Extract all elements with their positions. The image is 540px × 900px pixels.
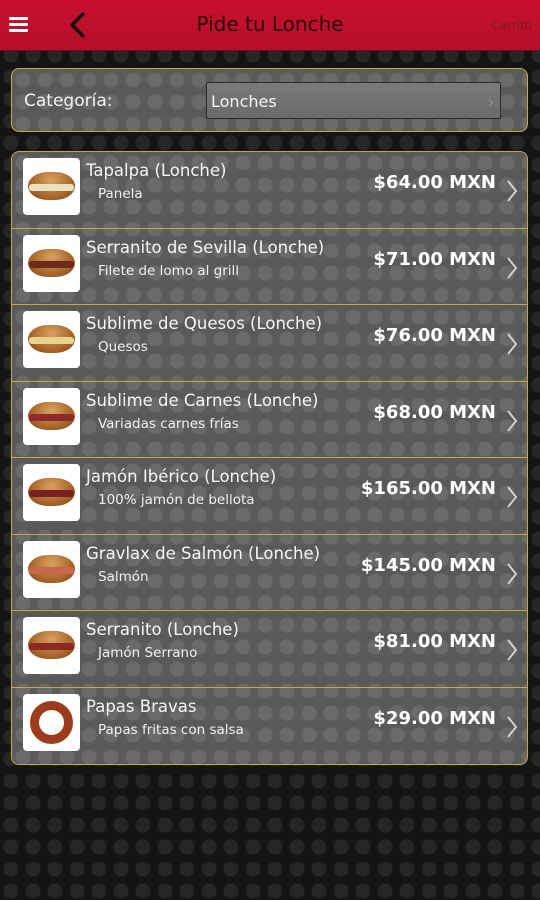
product-name: Serranito (Lonche) bbox=[86, 620, 239, 639]
chevron-right-icon bbox=[507, 256, 518, 279]
product-description: Filete de lomo al grill bbox=[98, 262, 240, 279]
chevron-right-icon bbox=[507, 333, 518, 355]
product-description: 100% jamón de bellota bbox=[98, 492, 255, 508]
chevron-right-icon bbox=[507, 486, 518, 508]
sandwich-lomo-image bbox=[23, 234, 80, 292]
sandwich-serrano-image bbox=[23, 617, 80, 674]
chevron-right-icon bbox=[507, 639, 518, 661]
sandwich-jamon-image bbox=[23, 464, 80, 521]
product-name: Sublime de Quesos (Lonche) bbox=[86, 314, 323, 333]
sandwich-carnes-image bbox=[23, 387, 80, 445]
product-row[interactable]: Sublime de Carnes (Lonche) Variadas carne… bbox=[12, 382, 527, 458]
product-description: Papas fritas con salsa bbox=[98, 721, 244, 738]
sandwich-quesos-image bbox=[23, 311, 80, 368]
category-select-value: Lonches bbox=[211, 92, 277, 111]
chevron-right-icon bbox=[507, 715, 518, 738]
top-bar: Pide tu Lonche Carrito bbox=[0, 0, 540, 51]
product-row[interactable]: Jamón Ibérico (Lonche) 100% jamón de bell… bbox=[12, 458, 527, 535]
product-description: Quesos bbox=[98, 339, 148, 355]
sandwich-panela-image bbox=[23, 158, 80, 215]
chevron-right-icon bbox=[507, 180, 518, 202]
product-name: Serranito de Sevilla (Lonche) bbox=[86, 237, 325, 257]
product-row[interactable]: Papas Bravas Papas fritas con salsa $29.00… bbox=[12, 688, 527, 765]
page-title: Pide tu Lonche bbox=[196, 12, 344, 36]
product-description: Salmón bbox=[98, 568, 149, 585]
sandwich-salmon-image bbox=[23, 540, 80, 598]
category-label: Categoría: bbox=[24, 91, 113, 111]
product-name: Sublime de Carnes (Lonche) bbox=[86, 390, 319, 410]
product-row[interactable]: Sublime de Quesos (Lonche) Quesos $76.00 M… bbox=[12, 305, 527, 382]
product-price: $68.00 MXN bbox=[373, 401, 496, 423]
product-price: $76.00 MXN bbox=[373, 325, 496, 346]
product-price: $71.00 MXN bbox=[373, 248, 496, 270]
papas-bravas-image bbox=[23, 693, 80, 751]
product-name: Jamón Ibérico (Lonche) bbox=[86, 467, 277, 486]
select-chevron-icon: › bbox=[488, 95, 494, 111]
cart-link[interactable]: Carrito bbox=[491, 18, 532, 32]
product-row[interactable]: Serranito (Lonche) Jamón Serrano $81.00 MX… bbox=[12, 611, 527, 688]
product-description: Jamón Serrano bbox=[98, 645, 198, 661]
product-price: $165.00 MXN bbox=[360, 478, 496, 499]
chevron-right-icon bbox=[507, 562, 518, 585]
chevron-right-icon bbox=[507, 409, 518, 432]
product-price: $145.00 MXN bbox=[360, 554, 496, 576]
product-list: Tapalpa (Lonche) Panela $64.00 MXN Serranit… bbox=[11, 151, 528, 765]
product-name: Gravlax de Salmón (Lonche) bbox=[86, 543, 321, 563]
product-price: $29.00 MXN bbox=[373, 707, 496, 729]
product-row[interactable]: Tapalpa (Lonche) Panela $64.00 MXN bbox=[12, 152, 527, 229]
product-row[interactable]: Serranito de Sevilla (Lonche) Filete de l… bbox=[12, 229, 527, 305]
category-panel: Categoría: Lonches › bbox=[11, 68, 528, 132]
product-name: Tapalpa (Lonche) bbox=[86, 161, 227, 180]
product-price: $64.00 MXN bbox=[373, 172, 496, 193]
product-description: Variadas carnes frías bbox=[98, 415, 239, 432]
category-select[interactable]: Lonches › bbox=[206, 82, 501, 119]
product-price: $81.00 MXN bbox=[373, 631, 496, 652]
product-description: Panela bbox=[98, 186, 143, 202]
product-name: Papas Bravas bbox=[86, 696, 197, 716]
product-row[interactable]: Gravlax de Salmón (Lonche) Salmón $145.00 … bbox=[12, 535, 527, 611]
